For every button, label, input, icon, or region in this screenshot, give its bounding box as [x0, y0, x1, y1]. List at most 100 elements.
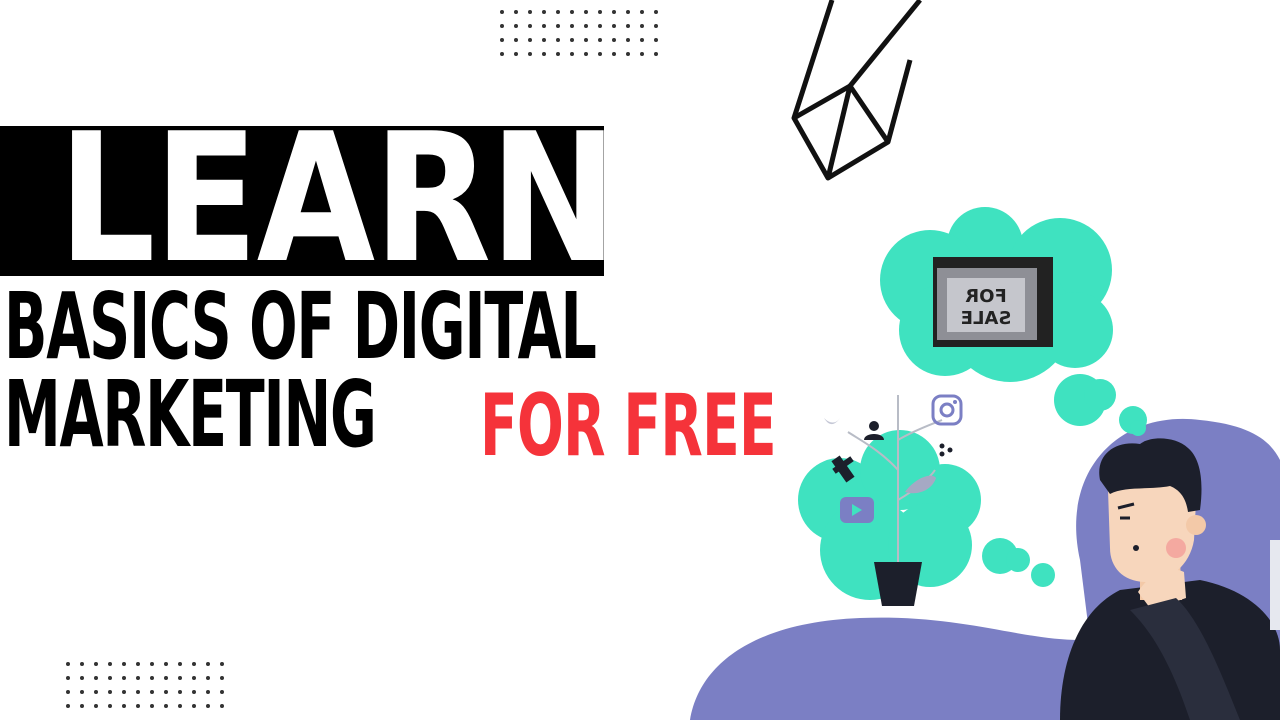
- dot: [192, 676, 196, 680]
- dot: [136, 690, 140, 694]
- dot: [164, 676, 168, 680]
- dot: [612, 52, 616, 56]
- dot: [150, 704, 154, 708]
- dot: [570, 10, 574, 14]
- dot: [598, 52, 602, 56]
- dot: [94, 662, 98, 666]
- man-cheek: [1166, 538, 1186, 558]
- dot: [108, 704, 112, 708]
- dot-grid-top: [500, 10, 658, 56]
- dot: [94, 676, 98, 680]
- instagram-icon: [931, 394, 963, 426]
- dot: [192, 704, 196, 708]
- dot: [206, 704, 210, 708]
- sign-text-2: SALE: [961, 308, 1012, 329]
- dot: [626, 24, 630, 28]
- dot: [80, 690, 84, 694]
- dot: [612, 24, 616, 28]
- dot: [164, 704, 168, 708]
- dot: [640, 24, 644, 28]
- dot: [626, 10, 630, 14]
- dot: [542, 10, 546, 14]
- dot: [164, 662, 168, 666]
- right-edge-strip: [1270, 540, 1280, 630]
- headline-learn: LEARN: [58, 95, 618, 302]
- dot: [654, 38, 658, 42]
- dot: [66, 676, 70, 680]
- dot: [206, 690, 210, 694]
- twitter-icon: [824, 418, 840, 425]
- dot: [66, 690, 70, 694]
- for-sale-sign-icon: FOR SALE: [933, 257, 1053, 347]
- dot: [178, 676, 182, 680]
- dot: [556, 52, 560, 56]
- dot: [598, 10, 602, 14]
- dot: [150, 690, 154, 694]
- dot: [192, 690, 196, 694]
- dot: [206, 676, 210, 680]
- dot: [612, 38, 616, 42]
- dot: [654, 10, 658, 14]
- dot: [556, 24, 560, 28]
- dot: [556, 10, 560, 14]
- dot: [514, 10, 518, 14]
- dot: [542, 24, 546, 28]
- dot: [514, 38, 518, 42]
- dot: [514, 52, 518, 56]
- dot: [206, 662, 210, 666]
- dot: [542, 38, 546, 42]
- dot: [570, 52, 574, 56]
- dot: [108, 690, 112, 694]
- dot: [80, 676, 84, 680]
- dot: [220, 662, 224, 666]
- dot: [136, 676, 140, 680]
- dot: [598, 24, 602, 28]
- man-mouth: [1133, 545, 1139, 551]
- dot: [192, 662, 196, 666]
- dot: [500, 38, 504, 42]
- user-icon: [864, 421, 884, 440]
- dot: [150, 676, 154, 680]
- dot: [136, 662, 140, 666]
- dot: [94, 704, 98, 708]
- dot: [570, 38, 574, 42]
- dot: [556, 38, 560, 42]
- dot: [66, 704, 70, 708]
- dot: [570, 24, 574, 28]
- dot: [220, 704, 224, 708]
- dot: [612, 10, 616, 14]
- dot: [584, 24, 588, 28]
- dot: [542, 52, 546, 56]
- dot: [220, 690, 224, 694]
- dot: [500, 10, 504, 14]
- dot: [654, 52, 658, 56]
- dot: [584, 52, 588, 56]
- dot: [598, 38, 602, 42]
- dot: [514, 24, 518, 28]
- dot: [528, 38, 532, 42]
- dot: [164, 690, 168, 694]
- dot: [178, 690, 182, 694]
- dot: [626, 38, 630, 42]
- dot: [66, 662, 70, 666]
- dot: [122, 690, 126, 694]
- dot: [150, 662, 154, 666]
- dot: [584, 10, 588, 14]
- dot: [108, 676, 112, 680]
- dot: [94, 690, 98, 694]
- dot: [528, 10, 532, 14]
- dot: [528, 24, 532, 28]
- headline-line-1: BASICS OF DIGITAL: [4, 273, 597, 380]
- dot: [108, 662, 112, 666]
- dot: [178, 704, 182, 708]
- plant-cloud: [798, 430, 1055, 600]
- dot: [122, 676, 126, 680]
- dot: [178, 662, 182, 666]
- dot: [136, 704, 140, 708]
- headline-line-2: MARKETING: [4, 361, 377, 468]
- dot: [80, 704, 84, 708]
- dot: [500, 52, 504, 56]
- dot: [640, 38, 644, 42]
- dot: [584, 38, 588, 42]
- man-ear: [1186, 515, 1206, 535]
